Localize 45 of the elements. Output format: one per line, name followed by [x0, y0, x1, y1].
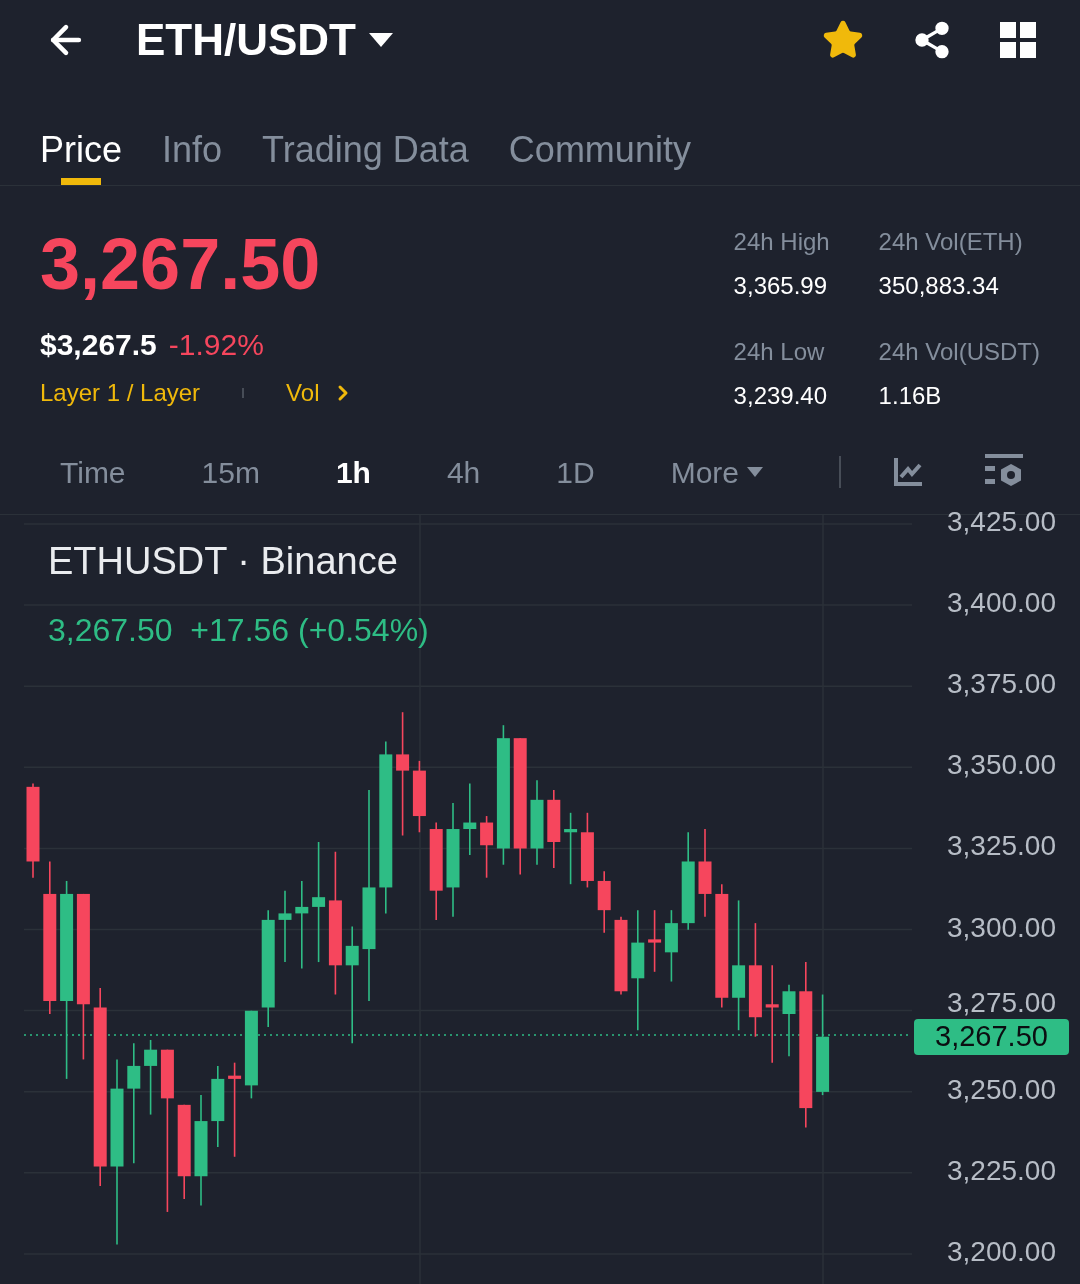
interval-tab[interactable]: Time — [60, 449, 126, 495]
interval-tab[interactable]: 15m — [201, 449, 260, 495]
interval-tab[interactable]: 4h — [446, 449, 481, 495]
chart-quote: 3,267.50 +17.56 (+0.54%) — [48, 611, 429, 650]
last-price: 3,267.50 — [40, 228, 322, 300]
stat-label: 24h Low — [733, 337, 826, 367]
axis-label: 3,325.00 — [947, 832, 1056, 861]
stat-label: 24h Vol(USDT) — [878, 337, 1040, 367]
price-tag: 3,267.50 — [914, 1019, 1069, 1056]
candle — [597, 870, 611, 934]
stat-label: 24h Vol(ETH) — [878, 227, 1024, 257]
stat-label: 24h High — [733, 227, 831, 257]
chart-title: ETHUSDT · Binance — [48, 539, 399, 584]
stat-value: 3,239.40 — [733, 381, 829, 411]
axis-label: 3,350.00 — [947, 751, 1056, 780]
caret-icon[interactable] — [368, 32, 394, 48]
axis-label: 3,300.00 — [947, 913, 1056, 942]
tab[interactable]: Price — [40, 80, 123, 185]
star-icon[interactable] — [822, 19, 864, 61]
interval-tab[interactable]: 1D — [556, 449, 595, 495]
axis-label: 3,200.00 — [947, 1237, 1056, 1266]
axis-label: 3,250.00 — [947, 1075, 1056, 1104]
indicator-icon[interactable] — [893, 457, 924, 487]
grid-icon[interactable] — [1000, 22, 1036, 58]
tab[interactable]: Community — [508, 80, 691, 185]
interval-tab[interactable]: 1h — [335, 449, 371, 495]
candle — [648, 909, 662, 973]
axis-label: 3,225.00 — [947, 1156, 1056, 1185]
axis-label: 3,375.00 — [947, 670, 1056, 699]
axis-label: 3,275.00 — [947, 988, 1056, 1017]
price-change: -1.92% — [168, 327, 264, 363]
tab[interactable]: Info — [162, 80, 223, 185]
stat-value: 3,365.99 — [733, 271, 829, 301]
tab[interactable]: Trading Data — [262, 80, 469, 185]
interval-tab[interactable]: More — [670, 449, 764, 495]
category-tag[interactable]: Layer 1 / Layer — [40, 375, 201, 411]
volume-tag[interactable]: Vol — [286, 375, 320, 411]
stat-value: 1.16B — [878, 381, 943, 411]
pair-title[interactable]: ETH/USDT — [136, 7, 356, 73]
axis-label: 3,425.00 — [947, 508, 1056, 536]
share-icon[interactable] — [912, 20, 952, 60]
candle — [480, 815, 494, 879]
usd-price: $3,267.5 — [40, 327, 157, 363]
axis-label: 3,400.00 — [947, 589, 1056, 618]
stat-value: 350,883.34 — [878, 271, 1000, 301]
